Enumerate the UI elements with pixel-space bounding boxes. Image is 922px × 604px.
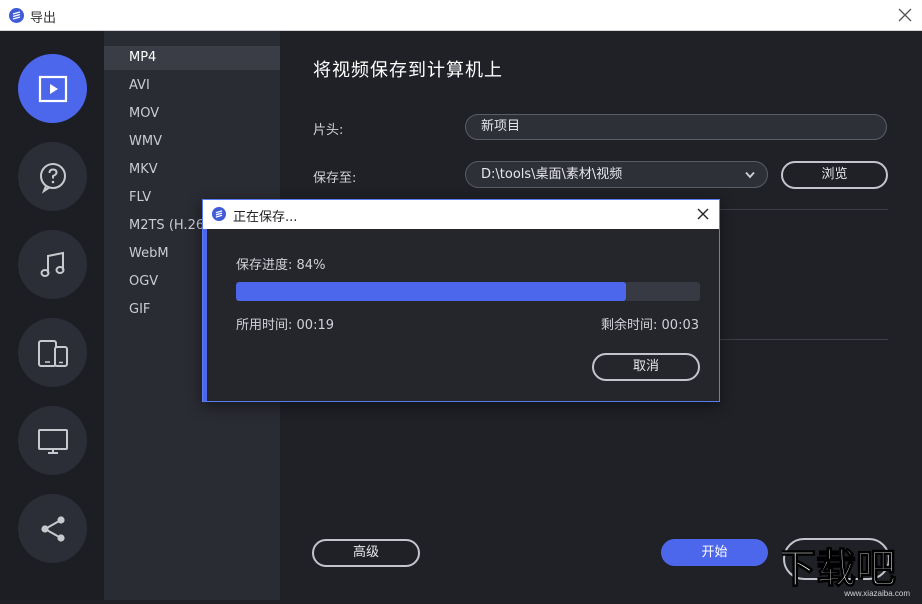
- dialog-title: 正在保存...: [233, 206, 297, 225]
- page-heading: 将视频保存到计算机上: [313, 56, 503, 82]
- cancel-button[interactable]: 取消: [592, 353, 700, 381]
- dialog-close-icon[interactable]: [695, 206, 711, 222]
- browse-button[interactable]: 浏览: [781, 161, 888, 189]
- progress-status: 保存进度: 84%: [236, 254, 325, 273]
- progress-bar: [236, 282, 700, 301]
- rail-item-tv[interactable]: [18, 406, 87, 475]
- dialog-logo-icon: [212, 207, 226, 221]
- site-watermark: 下载吧 www.xiazaiba.com: [782, 538, 922, 600]
- app-logo-icon: [9, 8, 24, 23]
- elapsed-time: 所用时间: 00:19: [236, 314, 334, 333]
- chevron-down-icon: [745, 171, 755, 179]
- save-to-label: 保存至:: [313, 167, 356, 186]
- format-item-avi[interactable]: AVI: [104, 74, 280, 98]
- saving-dialog: 正在保存... 保存进度: 84% 所用时间: 00:19 剩余时间: 00:0…: [202, 199, 720, 402]
- project-title-input[interactable]: 新项目: [465, 114, 887, 140]
- title-bar: 导出: [0, 0, 922, 31]
- remaining-label: 剩余时间:: [601, 318, 657, 333]
- title-label: 片头:: [313, 119, 343, 138]
- rail-item-help[interactable]: [18, 142, 87, 211]
- video-play-icon: [36, 72, 70, 106]
- progress-percent: 84%: [297, 258, 326, 273]
- rail-item-device-video[interactable]: [18, 54, 87, 123]
- elapsed-label: 所用时间:: [236, 318, 292, 333]
- start-button[interactable]: 开始: [661, 539, 768, 566]
- svg-text:www.xiazaiba.com: www.xiazaiba.com: [843, 589, 910, 598]
- save-path-select[interactable]: D:\tools\桌面\素材\视频: [465, 161, 768, 188]
- dialog-title-bar: 正在保存...: [203, 200, 719, 229]
- category-rail: [0, 31, 104, 600]
- elapsed-value: 00:19: [297, 318, 334, 333]
- share-icon: [36, 512, 70, 546]
- rail-item-share[interactable]: [18, 494, 87, 563]
- window-title: 导出: [30, 7, 56, 26]
- format-item-mp4[interactable]: MP4: [104, 46, 280, 70]
- progress-label: 保存进度:: [236, 258, 292, 273]
- dialog-accent-bar: [203, 229, 207, 401]
- divider-bottom: [720, 339, 888, 340]
- rail-item-audio[interactable]: [18, 230, 87, 299]
- save-path-value: D:\tools\桌面\素材\视频: [481, 167, 622, 182]
- window-close-icon[interactable]: [896, 6, 914, 24]
- format-item-wmv[interactable]: WMV: [104, 130, 280, 154]
- remaining-time: 剩余时间: 00:03: [601, 314, 699, 333]
- progress-bar-fill: [236, 282, 626, 301]
- remaining-value: 00:03: [662, 318, 699, 333]
- rail-item-devices[interactable]: [18, 318, 87, 387]
- advanced-button[interactable]: 高级: [312, 539, 420, 567]
- devices-icon: [36, 336, 70, 370]
- help-icon: [36, 160, 70, 194]
- monitor-icon: [36, 424, 70, 458]
- svg-text:下载吧: 下载吧: [782, 547, 896, 591]
- format-item-mov[interactable]: MOV: [104, 102, 280, 126]
- format-item-mkv[interactable]: MKV: [104, 158, 280, 182]
- music-icon: [36, 248, 70, 282]
